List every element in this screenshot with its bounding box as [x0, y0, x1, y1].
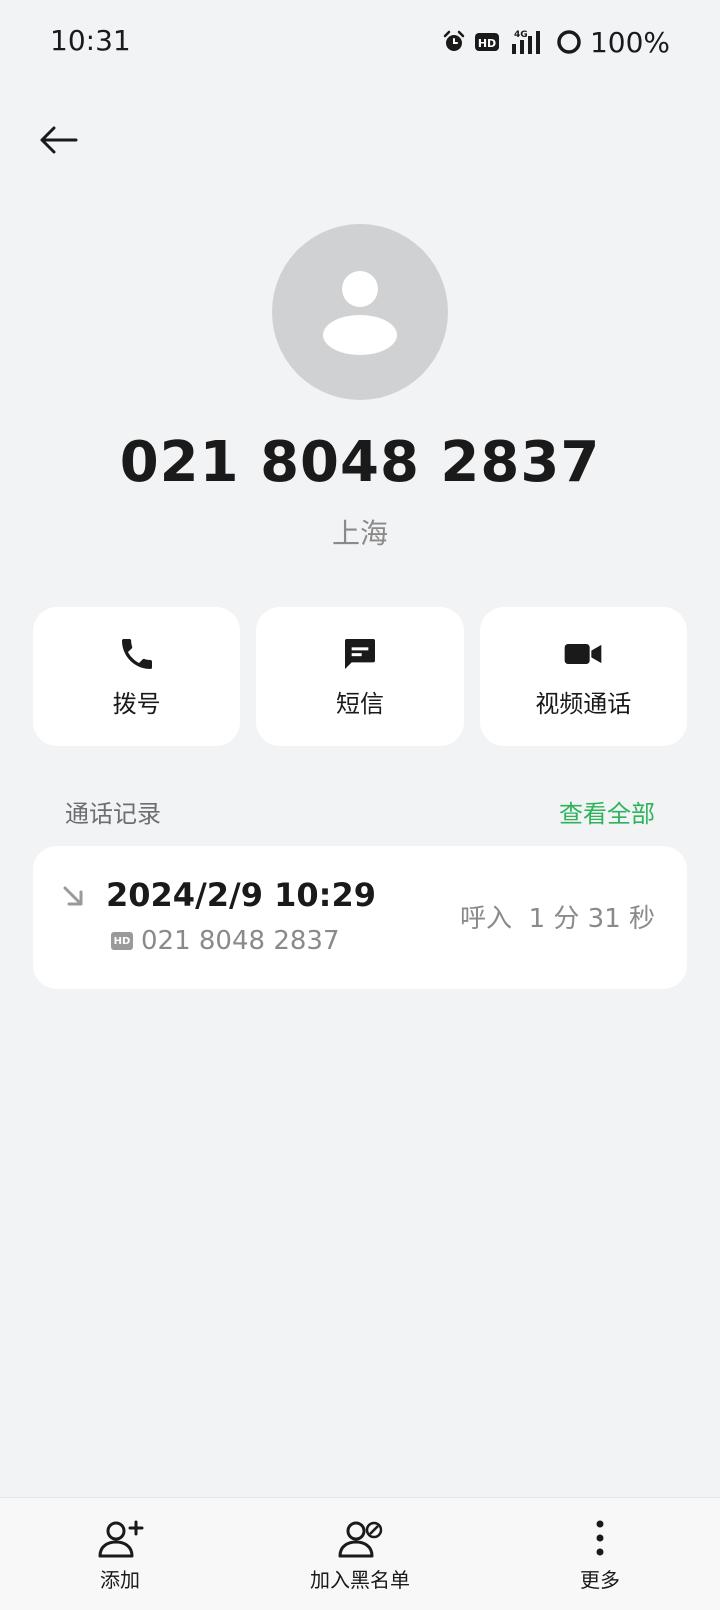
- alarm-icon: [442, 30, 466, 54]
- hd-icon: HD: [474, 31, 500, 53]
- message-icon: [344, 639, 375, 669]
- call-info: 呼入 1 分 31 秒: [460, 904, 655, 934]
- status-icons: HD 4G 100%: [442, 24, 670, 60]
- more-vertical-icon: [596, 1520, 604, 1556]
- battery-icon: [556, 29, 582, 55]
- blacklist-button[interactable]: 加入黑名单: [240, 1498, 480, 1610]
- sms-label: 短信: [335, 690, 384, 718]
- svg-text:HD: HD: [478, 37, 496, 50]
- battery-percent: 100%: [589, 25, 670, 59]
- add-label: 添加: [100, 1568, 140, 1592]
- call-sub-line: HD 021 8048 2837: [111, 926, 340, 956]
- signal-4g-icon: 4G: [508, 28, 548, 56]
- more-label: 更多: [580, 1568, 620, 1592]
- hd-badge-icon: HD: [111, 932, 133, 950]
- call-datetime: 2024/2/9 10:29: [106, 876, 376, 914]
- incoming-call-icon: [61, 884, 87, 914]
- contact-location: 上海: [331, 517, 388, 550]
- call-number: 021 8048 2837: [141, 926, 340, 956]
- sms-button[interactable]: 短信: [256, 607, 464, 746]
- person-icon: [323, 271, 397, 355]
- video-camera-icon: [564, 644, 602, 664]
- avatar: [272, 224, 448, 400]
- dial-button[interactable]: 拨号: [33, 607, 241, 746]
- call-log-title: 通话记录: [65, 800, 161, 828]
- call-log-header: 通话记录 查看全部: [65, 794, 655, 829]
- view-all-link[interactable]: 查看全部: [559, 794, 655, 829]
- status-bar: 10:31 HD 4G 100%: [0, 0, 720, 86]
- back-button[interactable]: [30, 112, 86, 168]
- call-log-entry[interactable]: 2024/2/9 10:29 HD 021 8048 2837 呼入 1 分 3…: [33, 846, 687, 989]
- block-person-icon: [338, 1521, 383, 1558]
- action-row: 拨号 短信 视频通话: [33, 607, 687, 746]
- contact-number: 021 8048 2837: [119, 430, 601, 495]
- video-call-label: 视频通话: [535, 690, 632, 718]
- add-person-icon: [98, 1520, 144, 1558]
- bottom-toolbar: 添加 加入黑名单 更多: [0, 1497, 720, 1610]
- more-button[interactable]: 更多: [480, 1498, 720, 1610]
- video-call-button[interactable]: 视频通话: [479, 607, 687, 746]
- svg-text:4G: 4G: [514, 30, 528, 40]
- status-time: 10:31: [50, 24, 131, 57]
- phone-icon: [121, 639, 152, 669]
- add-contact-button[interactable]: 添加: [0, 1498, 240, 1610]
- dial-label: 拨号: [112, 690, 161, 718]
- back-arrow-icon: [40, 126, 78, 154]
- blacklist-label: 加入黑名单: [310, 1568, 410, 1592]
